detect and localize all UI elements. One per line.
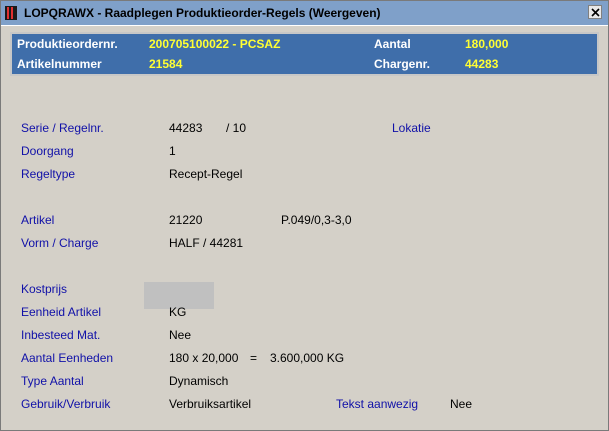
article-number-value: 21584 <box>149 57 183 71</box>
doorgang-label: Doorgang <box>21 144 74 158</box>
quantity-type-label: Type Aantal <box>21 374 84 388</box>
quantity-value: 180,000 <box>465 37 509 51</box>
unit-count-equals: = <box>250 351 258 365</box>
batch-number-label: Chargenr. <box>374 57 431 71</box>
serie-label: Serie / Regelnr. <box>21 121 104 135</box>
line-type-value: Recept-Regel <box>169 167 243 181</box>
dialog-window: LOPQRAWX - Raadplegen Produktieorder-Reg… <box>0 0 609 431</box>
window-title: LOPQRAWX - Raadplegen Produktieorder-Reg… <box>24 6 381 20</box>
text-present-value: Nee <box>450 397 473 411</box>
article-number-label: Artikelnummer <box>17 57 102 71</box>
quantity-label: Aantal <box>374 37 411 51</box>
close-icon <box>591 8 600 17</box>
app-icon <box>5 6 17 20</box>
article-description: P.049/0,3-3,0 <box>281 213 352 227</box>
unit-count-result: 3.600,000 KG <box>270 351 345 365</box>
order-number-label: Produktieordernr. <box>17 37 118 51</box>
article-value: 21220 <box>169 213 203 227</box>
unit-value: KG <box>169 305 187 319</box>
line-number-value: / 10 <box>226 121 247 135</box>
serie-value: 44283 <box>169 121 203 135</box>
form-batch-value: HALF / 44281 <box>169 236 244 250</box>
unit-count-label: Aantal Eenheden <box>21 351 114 365</box>
doorgang-value: 1 <box>169 144 176 158</box>
line-type-label: Regeltype <box>21 167 76 181</box>
location-label: Lokatie <box>392 121 431 135</box>
batch-number-value: 44283 <box>465 57 499 71</box>
quantity-type-value: Dynamisch <box>169 374 229 388</box>
outsourced-label: Inbesteed Mat. <box>21 328 101 342</box>
usage-value: Verbruiksartikel <box>169 397 252 411</box>
form-batch-label: Vorm / Charge <box>21 236 99 250</box>
close-button[interactable] <box>588 5 602 19</box>
cost-price-label: Kostprijs <box>21 282 68 296</box>
unit-count-calc: 180 x 20,000 <box>169 351 239 365</box>
text-present-label: Tekst aanwezig <box>336 397 419 411</box>
article-label: Artikel <box>21 213 55 227</box>
outsourced-value: Nee <box>169 328 192 342</box>
order-header-panel: Produktieordernr. 200705100022 - PCSAZ A… <box>10 32 599 76</box>
order-number-value: 200705100022 - PCSAZ <box>149 37 281 51</box>
title-bar[interactable]: LOPQRAWX - Raadplegen Produktieorder-Reg… <box>1 1 608 26</box>
usage-label: Gebruik/Verbruik <box>21 397 111 411</box>
unit-label: Eenheid Artikel <box>21 305 102 319</box>
